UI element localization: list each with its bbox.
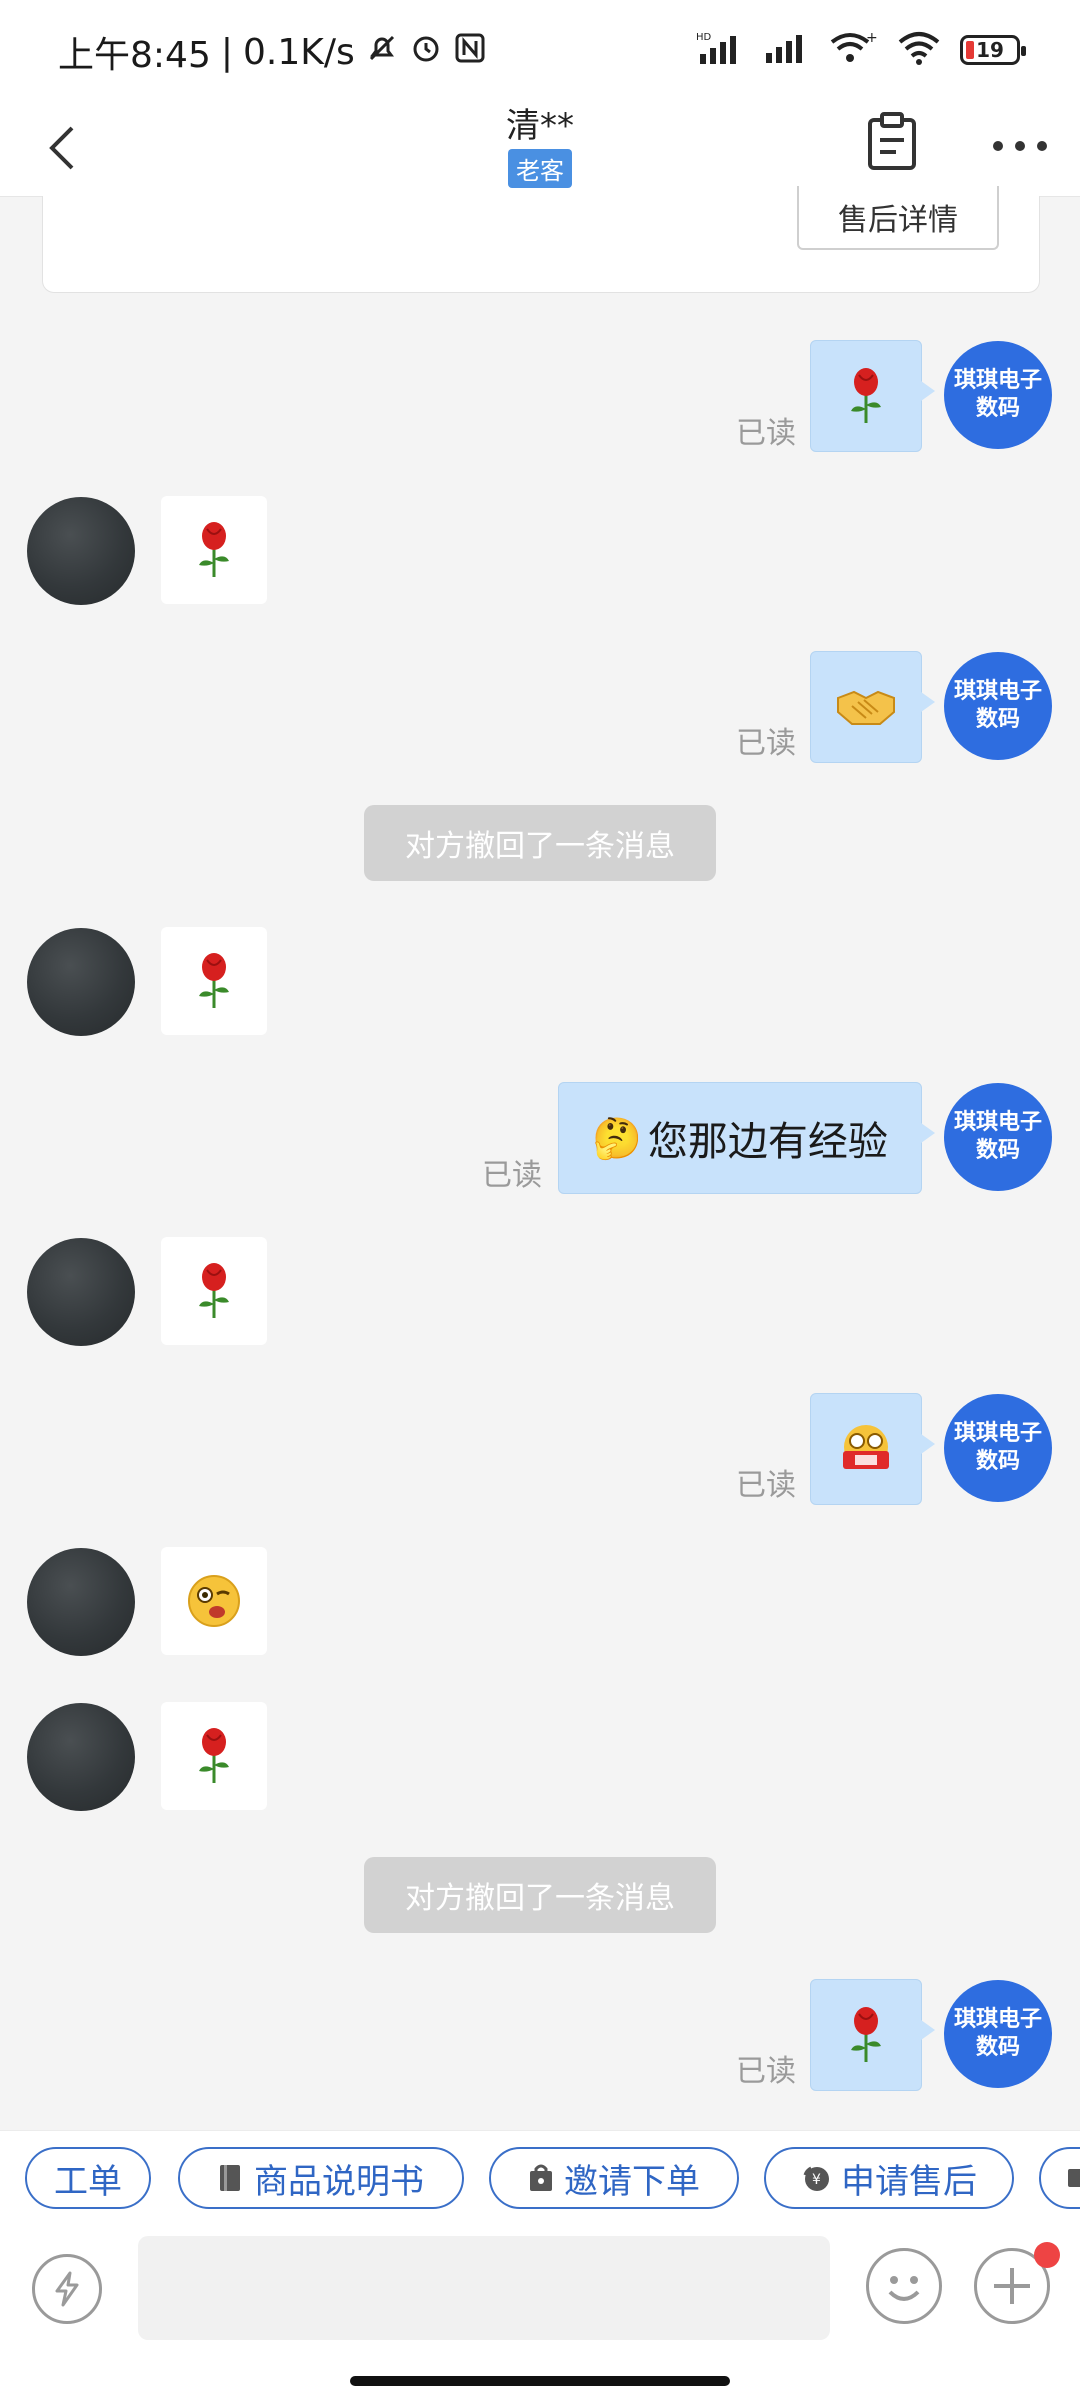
rose-emoji bbox=[851, 368, 881, 423]
rose-emoji bbox=[199, 1263, 229, 1318]
rose-emoji bbox=[199, 522, 229, 577]
contact-avatar[interactable] bbox=[27, 1548, 135, 1656]
money-emoji bbox=[843, 1425, 889, 1469]
rose-emoji bbox=[199, 1728, 229, 1783]
coupon-icon bbox=[1068, 2169, 1080, 2187]
message-bubble-rose[interactable] bbox=[161, 1702, 267, 1810]
chip-aftersale[interactable]: ¥ 申请售后 bbox=[764, 2147, 1014, 2209]
customer-badge: 老客 bbox=[508, 149, 572, 188]
more-dots-icon bbox=[993, 141, 1047, 151]
message-bubble-rose[interactable] bbox=[810, 1979, 935, 2091]
my-avatar-line1: 琪琪电子 bbox=[953, 679, 1042, 704]
aftersale-details-button[interactable]: 售后详情 bbox=[797, 186, 999, 250]
battery-icon: 19 bbox=[960, 35, 1026, 65]
wifi-plus-icon: + bbox=[828, 30, 878, 70]
message-input[interactable] bbox=[138, 2236, 830, 2340]
my-avatar[interactable]: 琪琪电子 数码 bbox=[944, 1083, 1052, 1191]
my-avatar-line1: 琪琪电子 bbox=[953, 368, 1042, 393]
message-bubble-rose[interactable] bbox=[161, 927, 267, 1035]
message-bubble-wink[interactable] bbox=[161, 1547, 267, 1655]
status-right: HD + 19 bbox=[696, 30, 1026, 70]
battery-level: 19 bbox=[976, 38, 1004, 62]
message-bubble-rose[interactable] bbox=[161, 1237, 267, 1345]
svg-text:¥: ¥ bbox=[812, 2172, 821, 2188]
quick-action-bar: 工单 商品说明书 邀请下单 ¥ 申请售后 bbox=[0, 2130, 1080, 2231]
home-indicator[interactable] bbox=[350, 2376, 730, 2386]
clipboard-icon bbox=[868, 112, 916, 170]
emoji-button[interactable] bbox=[866, 2248, 942, 2324]
rose-emoji bbox=[199, 953, 229, 1008]
message-text: 🤔 您那边有经验 bbox=[592, 1109, 888, 1167]
nfc-icon bbox=[453, 31, 487, 74]
svg-text:+: + bbox=[866, 30, 878, 46]
my-avatar-line2: 数码 bbox=[975, 396, 1020, 421]
chat-header: 清** 老客 bbox=[0, 98, 1080, 197]
my-avatar[interactable]: 琪琪电子 数码 bbox=[944, 1394, 1052, 1502]
chip-label: 邀请下单 bbox=[564, 2161, 700, 2202]
read-status: 已读 bbox=[736, 2054, 796, 2089]
contact-avatar[interactable] bbox=[27, 928, 135, 1036]
read-status: 已读 bbox=[736, 416, 796, 451]
message-bubble-handshake[interactable] bbox=[810, 651, 935, 763]
wink-emoji bbox=[188, 1575, 240, 1627]
message-bubble-text[interactable]: 🤔 您那边有经验 bbox=[558, 1082, 935, 1194]
thinking-emoji: 🤔 bbox=[592, 1115, 642, 1162]
battery-fill bbox=[966, 41, 974, 59]
my-avatar-line1: 琪琪电子 bbox=[953, 1421, 1042, 1446]
status-left: 上午8:45 | 0.1K/s bbox=[58, 26, 487, 78]
message-bubble-rose[interactable] bbox=[810, 340, 935, 452]
signal-icon bbox=[764, 31, 810, 69]
my-avatar[interactable]: 琪琪电子 数码 bbox=[944, 1980, 1052, 2088]
chip-more[interactable] bbox=[1039, 2147, 1080, 2209]
read-status: 已读 bbox=[482, 1158, 542, 1193]
book-icon bbox=[220, 2165, 240, 2191]
chip-label: 申请售后 bbox=[841, 2161, 977, 2202]
my-avatar-line2: 数码 bbox=[975, 707, 1020, 732]
plus-icon bbox=[994, 2268, 1030, 2304]
refund-icon: ¥ bbox=[803, 2166, 829, 2191]
more-options-button[interactable] bbox=[990, 106, 1050, 180]
alarm-icon bbox=[409, 31, 443, 74]
order-card: 售后详情 bbox=[42, 186, 1040, 293]
svg-text:HD: HD bbox=[696, 32, 712, 43]
message-bubble-rose[interactable] bbox=[161, 496, 267, 604]
wifi-icon bbox=[896, 30, 942, 70]
my-avatar-line1: 琪琪电子 bbox=[953, 1110, 1042, 1135]
contact-avatar[interactable] bbox=[27, 1238, 135, 1346]
handshake-emoji bbox=[837, 690, 895, 725]
message-bubble-money[interactable] bbox=[810, 1393, 935, 1505]
status-bar: 上午8:45 | 0.1K/s HD + 19 bbox=[0, 0, 1080, 98]
chip-invite-order[interactable]: 邀请下单 bbox=[489, 2147, 739, 2209]
bag-icon bbox=[530, 2164, 552, 2191]
mute-bell-icon bbox=[365, 31, 399, 74]
contact-avatar[interactable] bbox=[27, 497, 135, 605]
system-message-recalled: 对方撤回了一条消息 bbox=[364, 1857, 716, 1933]
system-message-recalled: 对方撤回了一条消息 bbox=[364, 805, 716, 881]
lightning-icon bbox=[55, 2271, 79, 2307]
chip-manual[interactable]: 商品说明书 bbox=[178, 2147, 464, 2209]
chip-label: 商品说明书 bbox=[254, 2161, 424, 2202]
order-clipboard-button[interactable] bbox=[864, 106, 920, 180]
rose-emoji bbox=[851, 2007, 881, 2062]
read-status: 已读 bbox=[736, 726, 796, 761]
status-time: 上午8:45 bbox=[58, 35, 211, 76]
chip-work-order[interactable]: 工单 bbox=[25, 2147, 151, 2209]
signal-hd-icon: HD bbox=[696, 30, 746, 70]
status-separator: | bbox=[220, 31, 233, 73]
status-net-speed: 0.1K/s bbox=[242, 31, 355, 73]
read-status: 已读 bbox=[736, 1468, 796, 1503]
my-avatar-line1: 琪琪电子 bbox=[953, 2007, 1042, 2032]
my-avatar[interactable]: 琪琪电子 数码 bbox=[944, 341, 1052, 449]
chip-label: 工单 bbox=[54, 2161, 122, 2202]
my-avatar-line2: 数码 bbox=[975, 2035, 1020, 2060]
my-avatar[interactable]: 琪琪电子 数码 bbox=[944, 652, 1052, 760]
message-text-body: 您那边有经验 bbox=[647, 1119, 888, 1165]
my-avatar-line2: 数码 bbox=[975, 1449, 1020, 1474]
contact-avatar[interactable] bbox=[27, 1703, 135, 1811]
quick-reply-button[interactable] bbox=[32, 2254, 102, 2324]
my-avatar-line2: 数码 bbox=[975, 1138, 1020, 1163]
smiley-icon bbox=[888, 2276, 920, 2301]
input-bar bbox=[0, 2230, 1080, 2400]
notification-dot bbox=[1034, 2242, 1060, 2268]
